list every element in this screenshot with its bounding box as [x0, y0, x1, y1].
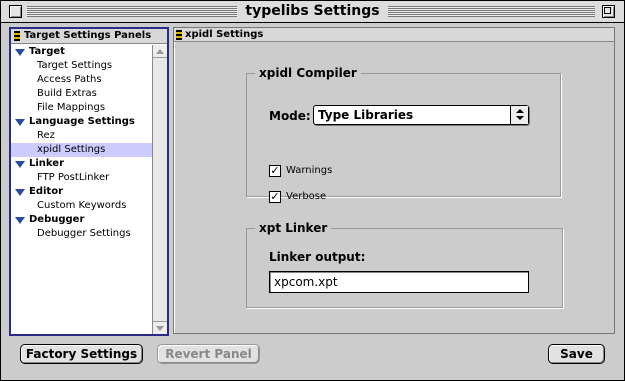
window-title: typelibs Settings	[237, 3, 388, 19]
disclosure-triangle-icon[interactable]	[15, 217, 25, 224]
category-label: Linker	[29, 158, 65, 169]
updown-arrows-icon	[510, 106, 528, 124]
category-editor[interactable]: Editor	[11, 185, 152, 199]
list-item-xpidl-settings[interactable]: xpidl Settings	[11, 143, 152, 157]
list-item-access-paths[interactable]: Access Paths	[11, 73, 152, 87]
linker-output-value: xpcom.xpt	[274, 275, 338, 289]
list-item-label: xpidl Settings	[37, 144, 106, 155]
verbose-label: Verbose	[286, 191, 327, 202]
mode-select[interactable]: Type Libraries	[313, 105, 529, 125]
mode-label: Mode:	[269, 109, 311, 123]
group-title: xpidl Compiler	[255, 65, 361, 81]
list-scrollbar[interactable]	[152, 45, 167, 334]
list-item-rez[interactable]: Rez	[11, 129, 152, 143]
disclosure-triangle-icon[interactable]	[15, 49, 25, 56]
disclosure-triangle-icon[interactable]	[15, 189, 25, 196]
list-item-file-mappings[interactable]: File Mappings	[11, 101, 152, 115]
save-button[interactable]: Save	[548, 344, 605, 364]
scroll-up-arrow-icon[interactable]	[153, 45, 167, 58]
list-item-label: Debugger Settings	[37, 228, 131, 239]
category-label: Editor	[29, 186, 63, 197]
linker-output-label: Linker output:	[269, 250, 366, 264]
category-debugger[interactable]: Debugger	[11, 213, 152, 227]
category-language-settings[interactable]: Language Settings	[11, 115, 152, 129]
list-item-label: Access Paths	[37, 74, 102, 85]
panel-header-label: xpidl Settings	[185, 29, 264, 40]
scroll-down-arrow-icon[interactable]	[153, 321, 167, 334]
list-item-debugger-settings[interactable]: Debugger Settings	[11, 227, 152, 241]
warnings-checkbox[interactable]: ✓	[269, 165, 281, 177]
zoom-box[interactable]	[602, 5, 615, 18]
settings-panel: xpidl Settings xpidl Compiler Mode: Type…	[173, 27, 615, 334]
list-header-label: Target Settings Panels	[24, 30, 152, 41]
list-item-custom-keywords[interactable]: Custom Keywords	[11, 199, 152, 213]
list-item-ftp-postlinker[interactable]: FTP PostLinker	[11, 171, 152, 185]
disclosure-triangle-icon[interactable]	[15, 119, 25, 126]
panel-header-icon	[176, 30, 182, 40]
list-item-label: Rez	[37, 130, 55, 141]
xpt-linker-group: xpt Linker Linker output: xpcom.xpt	[246, 220, 563, 308]
group-title: xpt Linker	[255, 220, 332, 236]
zoom-box-icon	[604, 7, 611, 14]
category-label: Language Settings	[29, 116, 135, 127]
list-item-label: FTP PostLinker	[37, 172, 110, 183]
list-item-label: Custom Keywords	[37, 200, 127, 211]
list-item-label: File Mappings	[37, 102, 106, 113]
revert-panel-button[interactable]: Revert Panel	[157, 344, 260, 364]
verbose-checkbox[interactable]: ✓	[269, 191, 281, 203]
title-bar[interactable]: typelibs Settings	[1, 1, 624, 23]
mode-select-value: Type Libraries	[318, 108, 414, 122]
list-item-label: Build Extras	[37, 88, 97, 99]
list-item-label: Target Settings	[37, 60, 113, 71]
settings-window: typelibs Settings Target Settings Panels…	[0, 0, 625, 381]
list-header: Target Settings Panels	[11, 29, 167, 44]
category-label: Debugger	[29, 214, 85, 225]
xpidl-compiler-group: xpidl Compiler Mode: Type Libraries ✓ Wa…	[246, 65, 561, 203]
category-label: Target	[29, 46, 65, 57]
warnings-label: Warnings	[286, 165, 333, 176]
list-item-target-settings[interactable]: Target Settings	[11, 59, 152, 73]
panel-header-icon	[14, 31, 20, 41]
factory-settings-button[interactable]: Factory Settings	[20, 344, 143, 364]
linker-output-field[interactable]: xpcom.xpt	[269, 271, 529, 293]
disclosure-triangle-icon[interactable]	[15, 161, 25, 168]
panel-header: xpidl Settings	[174, 28, 614, 42]
category-linker[interactable]: Linker	[11, 157, 152, 171]
category-target[interactable]: Target	[11, 45, 152, 59]
settings-panels-list: Target Settings Panels Target Target Set…	[9, 27, 169, 336]
list-item-build-extras[interactable]: Build Extras	[11, 87, 152, 101]
list-body: Target Target Settings Access Paths Buil…	[11, 45, 152, 334]
